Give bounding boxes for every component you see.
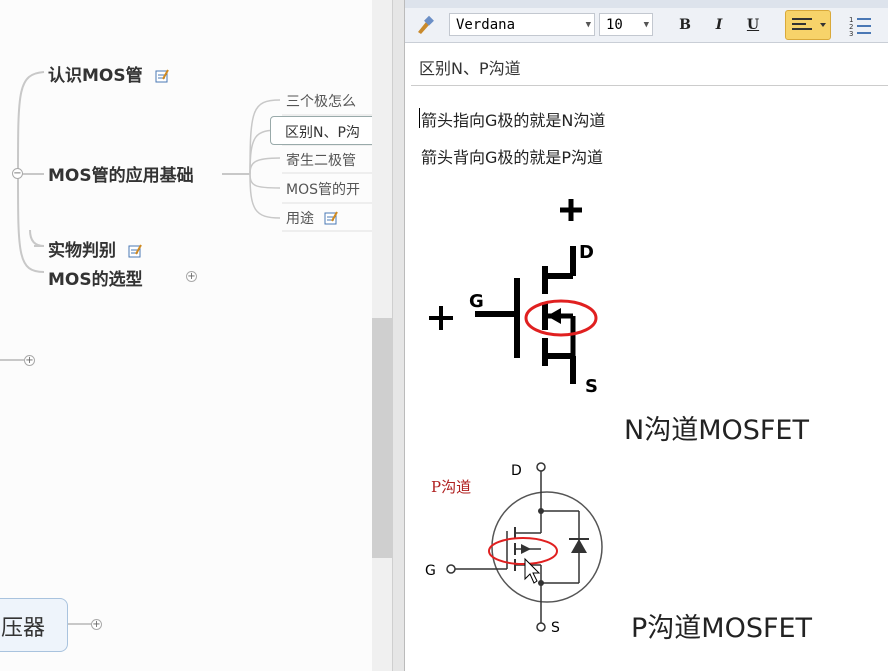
expand-toggle-icon[interactable]: +	[24, 355, 35, 366]
node-label: 认识MOS管	[48, 66, 143, 86]
drain-label: D	[511, 463, 522, 479]
note-editor-panel: Verdana ▼ 10 ▼ B I U 123 区别N、P沟道 箭头指向G极的…	[404, 0, 888, 671]
align-left-icon	[792, 18, 826, 30]
node-label: 压器	[1, 616, 46, 641]
note-icon[interactable]	[128, 244, 142, 258]
text-cursor	[419, 108, 420, 128]
panel-header-strip	[405, 0, 888, 8]
align-left-button[interactable]	[785, 10, 831, 40]
node-label: 用途	[286, 211, 314, 227]
p-channel-mosfet-figure: P沟道 D G S	[425, 462, 603, 636]
node-label: 区别N、P沟	[285, 125, 360, 141]
p-channel-caption: P沟道MOSFET	[631, 613, 813, 644]
mindmap-sub-item[interactable]: 用途	[286, 208, 339, 228]
bold-button[interactable]: B	[673, 13, 697, 37]
gate-label: G	[425, 563, 436, 579]
list-button[interactable]: 123	[845, 12, 885, 38]
mindmap-sub-item[interactable]: 三个极怎么	[286, 91, 356, 111]
drain-label: D	[579, 242, 594, 263]
expand-toggle-icon[interactable]: +	[91, 619, 102, 630]
gate-label: G	[469, 291, 484, 312]
svg-text:3: 3	[849, 30, 853, 38]
underline-button[interactable]: U	[741, 13, 765, 37]
n-channel-mosfet-figure: G D S +	[421, 184, 598, 397]
note-icon[interactable]	[155, 69, 169, 83]
chevron-down-icon: ▼	[643, 20, 649, 30]
handwritten-label: P沟道	[431, 478, 471, 496]
scrollbar-thumb[interactable]	[372, 318, 392, 558]
note-title-field[interactable]: 区别N、P沟道	[411, 52, 888, 86]
mindmap-canvas[interactable]: 认识MOS管 − MOS管的应用基础 实物判别 MOS的选型 + 三个极怎么 区…	[0, 0, 372, 671]
mindmap-node-basics[interactable]: MOS管的应用基础	[48, 161, 194, 186]
n-channel-caption: N沟道MOSFET	[624, 415, 809, 446]
font-size-value: 10	[606, 17, 623, 33]
expand-toggle-icon[interactable]: +	[186, 271, 197, 282]
mindmap-sub-item[interactable]: MOS管的开	[286, 179, 360, 199]
numbered-list-icon: 123	[849, 16, 871, 38]
chevron-down-icon: ▼	[585, 20, 591, 30]
format-toolbar: Verdana ▼ 10 ▼ B I U 123	[405, 8, 888, 43]
source-label: S	[551, 620, 560, 636]
collapse-toggle-icon[interactable]: −	[12, 168, 23, 179]
source-label: S	[585, 376, 598, 397]
font-size-select[interactable]: 10 ▼	[599, 13, 653, 36]
mindmap-selected-item[interactable]: 区别N、P沟	[270, 116, 372, 145]
plus-top-text: +	[421, 184, 422, 187]
note-icon[interactable]	[324, 211, 339, 225]
format-painter-icon[interactable]	[411, 13, 439, 37]
font-family-select[interactable]: Verdana ▼	[449, 13, 595, 36]
font-family-value: Verdana	[456, 17, 516, 33]
mindmap-node-recognize[interactable]: 认识MOS管	[48, 61, 169, 86]
mindmap-node-bottom[interactable]: 压器	[0, 598, 68, 652]
mindmap-sub-item[interactable]: 寄生二极管	[286, 150, 356, 170]
mindmap-node-identify[interactable]: 实物判别	[48, 236, 142, 261]
node-label: 实物判别	[48, 241, 116, 261]
note-line-2[interactable]: 箭头背向G极的就是P沟道	[421, 144, 603, 168]
note-line-1[interactable]: 箭头指向G极的就是N沟道	[421, 107, 605, 131]
italic-button[interactable]: I	[707, 13, 731, 37]
mindmap-node-select[interactable]: MOS的选型	[48, 265, 143, 290]
